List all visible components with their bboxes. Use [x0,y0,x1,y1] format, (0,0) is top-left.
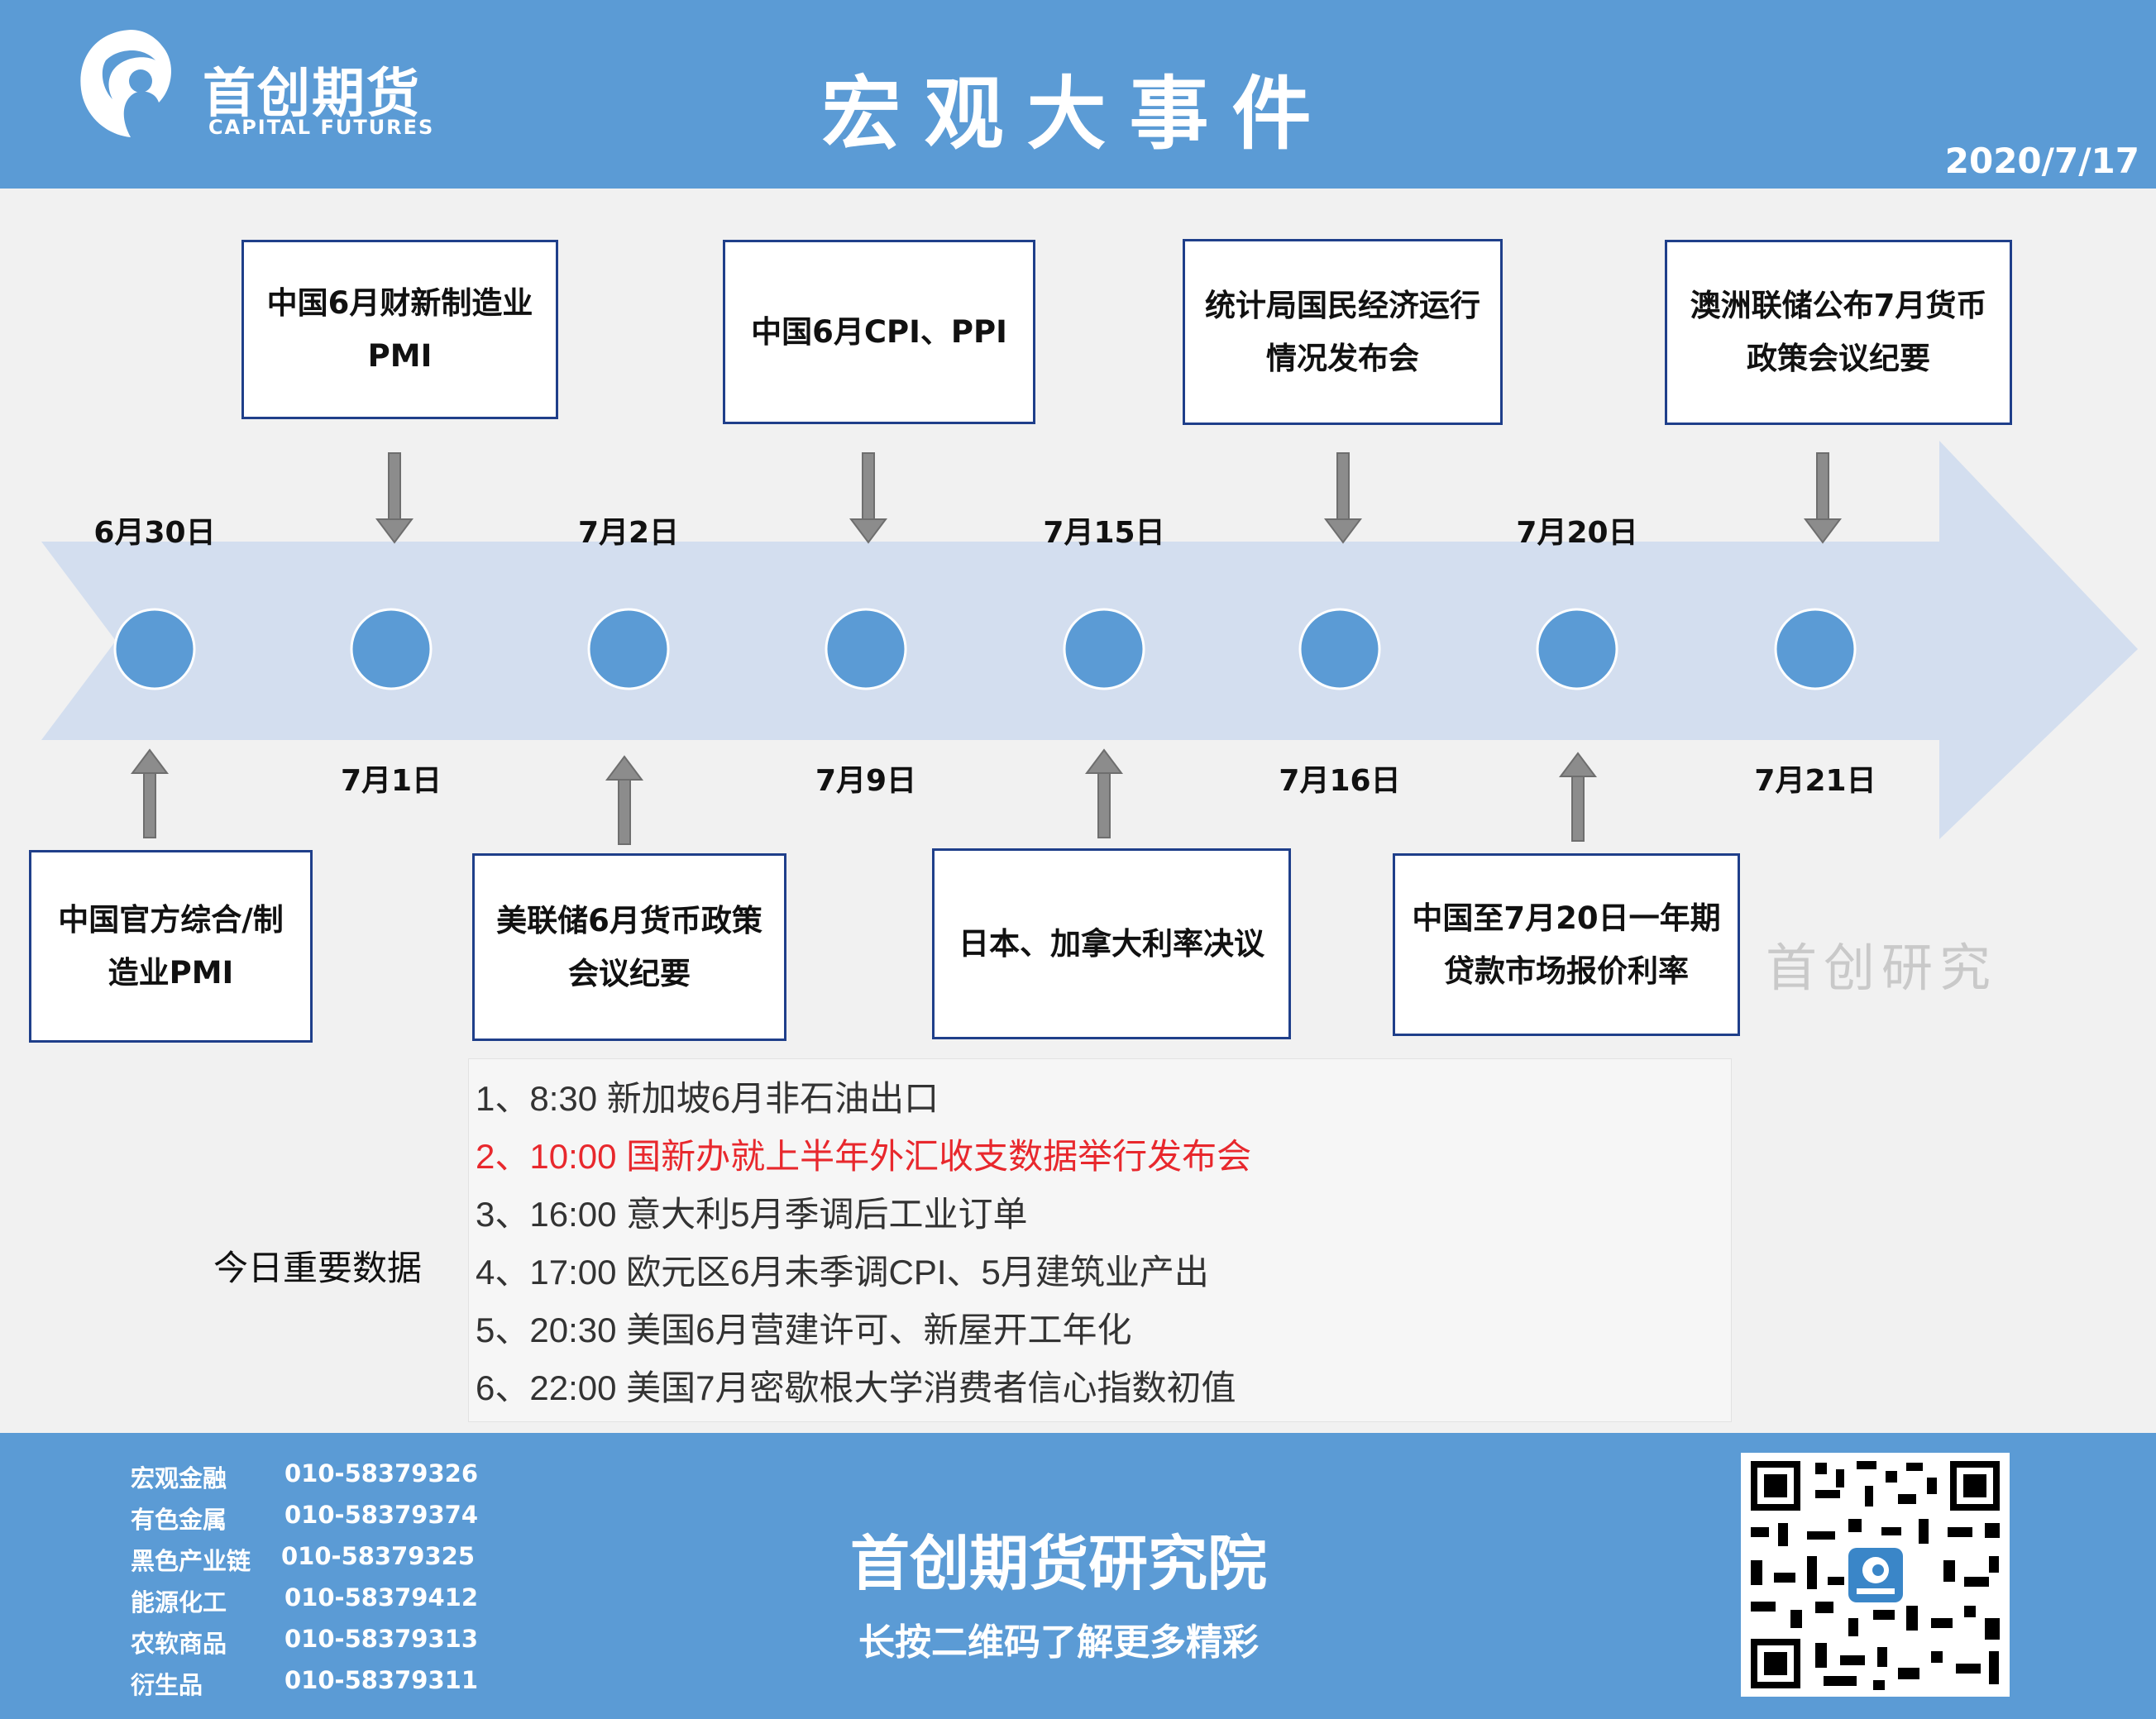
event-text-line: 造业PMI [108,954,234,991]
event-box: 日本、加拿大利率决议 [932,848,1291,1039]
timeline-date-label: 7月21日 [1754,764,1876,798]
event-text-line: 日本、加拿大利率决议 [958,925,1264,962]
event-box: 澳洲联储公布7月货币 政策会议纪要 [1665,240,2012,425]
timeline-node [1298,608,1381,690]
timeline-node [825,608,907,690]
timeline-date-label: 7月20日 [1516,516,1638,550]
event-box: 中国至7月20日一年期 贷款市场报价利率 [1393,853,1740,1036]
event-box: 美联储6月货币政策 会议纪要 [472,853,786,1041]
event-text-line: 中国官方综合/制 [58,901,284,938]
event-text-line: 贷款市场报价利率 [1443,953,1689,989]
contact-department: 宏观金融 [131,1464,227,1492]
event-text-line: 中国至7月20日一年期 [1412,900,1721,936]
event-text-line: 政策会议纪要 [1747,341,1930,376]
event-text-line: 情况发布会 [1266,340,1419,376]
data-list-item-highlighted: 2、10:00 国新办就上半年外汇收支数据举行发布会 [476,1137,1252,1176]
important-data-label: 今日重要数据 [213,1248,423,1288]
event-text-line: 统计局国民经济运行 [1205,287,1480,323]
contact-phone: 010-58379326 [284,1459,478,1487]
event-text-line: 澳洲联储公布7月货币 [1690,288,1987,323]
timeline-date-label: 7月1日 [340,764,442,798]
event-box: 中国6月财新制造业 PMI [241,240,558,419]
event-box: 中国官方综合/制 造业PMI [29,850,313,1043]
arrow-down-icon [1324,452,1362,544]
arrow-up-icon [131,748,169,838]
arrow-down-icon [1804,452,1842,544]
arrow-down-icon [375,452,414,544]
event-text-line: 中国6月CPI、PPI [751,313,1007,350]
data-list-item: 4、17:00 欧元区6月未季调CPI、5月建筑业产出 [476,1253,1209,1292]
arrow-up-icon [605,755,643,845]
contact-department: 衍生品 [131,1671,203,1699]
arrow-up-icon [1559,752,1597,842]
timeline-date-label: 6月30日 [93,516,216,550]
watermark-text: 首创研究 [1766,938,1998,998]
event-text-line: 会议纪要 [568,955,691,991]
timeline-node [1774,608,1857,690]
timeline-node [587,608,670,690]
timeline-node [113,608,196,690]
event-text-line: 中国6月财新制造业 [266,284,533,321]
arrow-down-icon [849,452,887,544]
event-text-line: PMI [367,337,433,374]
event-box: 统计局国民经济运行 情况发布会 [1183,239,1503,425]
contact-phone: 010-58379311 [284,1666,478,1694]
data-list-item: 1、8:30 新加坡6月非石油出口 [476,1079,939,1118]
timeline-node [350,608,433,690]
event-text-line: 美联储6月货币政策 [496,902,762,938]
event-box: 中国6月CPI、PPI [723,240,1035,424]
qr-code-icon[interactable] [1741,1453,2010,1697]
arrow-up-icon [1085,748,1123,838]
data-list-item: 5、20:30 美国6月营建许可、新屋开工年化 [476,1311,1132,1349]
timeline-date-label: 7月2日 [577,516,680,550]
timeline-node [1063,608,1145,690]
timeline-node [1536,608,1618,690]
timeline-date-label: 7月15日 [1043,516,1165,550]
timeline-date-label: 7月16日 [1279,764,1401,798]
timeline-date-label: 7月9日 [815,764,917,798]
data-list-item: 3、16:00 意大利5月季调后工业订单 [476,1195,1028,1234]
data-list-item: 6、22:00 美国7月密歇根大学消费者信心指数初值 [476,1368,1236,1407]
